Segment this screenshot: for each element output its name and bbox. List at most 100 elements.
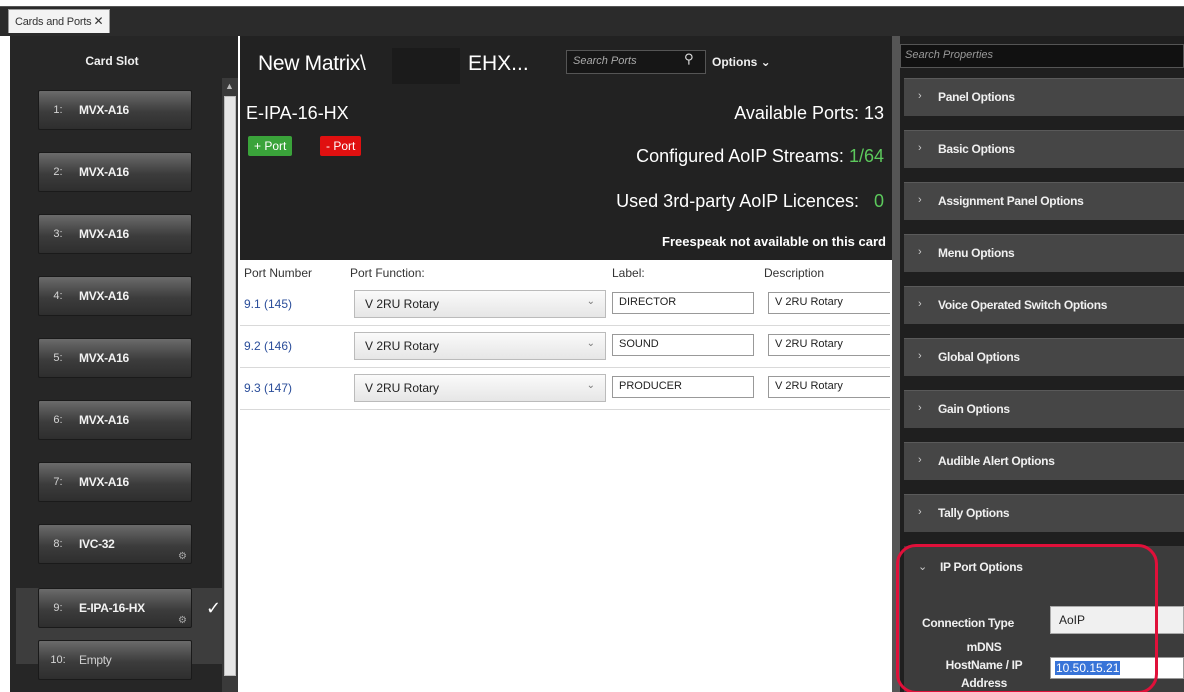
slot-number: 4:: [53, 290, 63, 302]
scrollbar-thumb[interactable]: [224, 96, 236, 676]
card-slot-6[interactable]: 6: MVX-A16: [38, 400, 192, 440]
slot-number: 9:: [53, 602, 63, 614]
slot-card-name: IVC-32: [79, 537, 115, 551]
slot-number: 1:: [53, 104, 63, 116]
tab-label: Cards and Ports: [15, 16, 92, 28]
section-audible-alert-options[interactable]: › Audible Alert Options: [904, 442, 1184, 480]
configured-aoip-streams: Configured AoIP Streams: 1/64: [636, 146, 884, 167]
slot-card-name: MVX-A16: [79, 351, 129, 365]
slot-card-name: E-IPA-16-HX: [79, 601, 145, 615]
gear-icon: ⚙: [178, 551, 187, 562]
freespeak-note: Freespeak not available on this card: [662, 234, 886, 249]
card-slot-title: Card Slot: [85, 54, 139, 68]
card-type-title: E-IPA-16-HX: [246, 103, 349, 123]
card-slot-7[interactable]: 7: MVX-A16: [38, 462, 192, 502]
scroll-up-icon[interactable]: ▲: [225, 82, 235, 91]
card-slot-8[interactable]: 8: IVC-32 ⚙: [38, 524, 192, 564]
port-number: 9.3 (147): [244, 381, 293, 395]
streams-label: Configured AoIP Streams:: [636, 146, 844, 166]
port-number: 9.1 (145): [244, 297, 293, 311]
section-label: Panel Options: [938, 90, 1015, 104]
slot-card-name: MVX-A16: [79, 289, 129, 303]
description-field[interactable]: V 2RU Rotary: [768, 334, 890, 356]
section-panel-options[interactable]: › Panel Options: [904, 78, 1184, 116]
port-function-select[interactable]: V 2RU Rotary ⌄: [354, 290, 606, 318]
section-label: Voice Operated Switch Options: [938, 298, 1108, 312]
chevron-right-icon: ›: [918, 350, 922, 362]
section-voice-operated-switch-options[interactable]: › Voice Operated Switch Options: [904, 286, 1184, 324]
section-label: Gain Options: [938, 402, 1010, 416]
ports-table: Port Number Port Function: Label: Descri…: [240, 260, 892, 692]
slot-number: 5:: [53, 352, 63, 364]
slot-card-name: MVX-A16: [79, 227, 129, 241]
tab-strip-bar: [0, 6, 1184, 36]
label-field[interactable]: SOUND: [612, 334, 754, 356]
column-header-label[interactable]: Label:: [612, 266, 645, 280]
section-assignment-panel-options[interactable]: › Assignment Panel Options: [904, 182, 1184, 220]
slot-card-name: MVX-A16: [79, 103, 129, 117]
chevron-down-icon: ⌄: [760, 55, 771, 69]
gear-icon: ⚙: [178, 615, 187, 626]
slot-number: 7:: [53, 476, 63, 488]
section-global-options[interactable]: › Global Options: [904, 338, 1184, 376]
slot-number: 2:: [53, 166, 63, 178]
card-slot-5[interactable]: 5: MVX-A16: [38, 338, 192, 378]
add-port-button[interactable]: + Port: [248, 136, 293, 156]
chevron-down-icon: ⌄: [586, 380, 595, 391]
streams-value: 1/64: [848, 146, 884, 166]
chevron-down-icon: ⌄: [586, 338, 595, 349]
close-icon[interactable]: ✕: [93, 14, 103, 28]
table-row[interactable]: 9.3 (147) V 2RU Rotary ⌄ PRODUCER V 2RU …: [240, 368, 890, 410]
card-slot-3[interactable]: 3: MVX-A16: [38, 214, 192, 254]
description-field[interactable]: V 2RU Rotary: [768, 292, 890, 314]
chevron-right-icon: ›: [918, 402, 922, 414]
port-function-select[interactable]: V 2RU Rotary ⌄: [354, 374, 606, 402]
section-label: Tally Options: [938, 506, 1010, 520]
card-slot-10[interactable]: 10: Empty: [38, 640, 192, 680]
checkmark-icon: ✓: [206, 598, 222, 618]
table-row[interactable]: 9.2 (146) V 2RU Rotary ⌄ SOUND V 2RU Rot…: [240, 326, 890, 368]
card-slot-2[interactable]: 2: MVX-A16: [38, 152, 192, 192]
section-basic-options[interactable]: › Basic Options: [904, 130, 1184, 168]
section-tally-options[interactable]: › Tally Options: [904, 494, 1184, 532]
section-label: Assignment Panel Options: [938, 194, 1084, 208]
options-label: Options: [712, 55, 758, 69]
section-gain-options[interactable]: › Gain Options: [904, 390, 1184, 428]
slot-number: 10:: [50, 654, 66, 666]
chevron-right-icon: ›: [918, 194, 922, 206]
card-slot-9[interactable]: 9: E-IPA-16-HX ⚙: [38, 588, 192, 628]
ports-panel: New Matrix\ EHX... Search Ports ⚲ Option…: [240, 36, 892, 692]
port-function-select[interactable]: V 2RU Rotary ⌄: [354, 332, 606, 360]
label-field[interactable]: DIRECTOR: [612, 292, 754, 314]
chevron-right-icon: ›: [918, 142, 922, 154]
card-slot-scrollbar[interactable]: ▲: [222, 78, 238, 692]
redacted-region: [392, 48, 460, 84]
label-field[interactable]: PRODUCER: [612, 376, 754, 398]
table-row[interactable]: 9.1 (145) V 2RU Rotary ⌄ DIRECTOR V 2RU …: [240, 284, 890, 326]
search-icon[interactable]: ⚲: [684, 51, 694, 67]
remove-port-button[interactable]: - Port: [320, 136, 362, 156]
slot-card-name: Empty: [79, 653, 112, 667]
tab-strip: Cards and Ports ✕: [0, 0, 1184, 36]
chevron-down-icon: ⌄: [586, 296, 595, 307]
column-header-port-function[interactable]: Port Function:: [350, 266, 425, 280]
card-slot-1[interactable]: 1: MVX-A16: [38, 90, 192, 130]
port-number: 9.2 (146): [244, 339, 293, 353]
chevron-right-icon: ›: [918, 298, 922, 310]
description-field[interactable]: V 2RU Rotary: [768, 376, 890, 398]
column-header-description[interactable]: Description: [764, 266, 824, 280]
card-slot-4[interactable]: 4: MVX-A16: [38, 276, 192, 316]
matrix-title-suffix: EHX...: [468, 52, 529, 75]
tab-cards-and-ports[interactable]: Cards and Ports ✕: [8, 9, 111, 33]
slot-card-name: MVX-A16: [79, 475, 129, 489]
section-menu-options[interactable]: › Menu Options: [904, 234, 1184, 272]
search-properties-input[interactable]: Search Properties: [900, 44, 1184, 68]
available-ports: Available Ports: 13: [734, 103, 884, 123]
slot-number: 6:: [53, 414, 63, 426]
chevron-right-icon: ›: [918, 246, 922, 258]
aoip-licences: Used 3rd-party AoIP Licences: 0: [616, 191, 884, 212]
port-function-value: V 2RU Rotary: [365, 339, 440, 353]
column-header-port-number[interactable]: Port Number: [244, 266, 312, 280]
port-function-value: V 2RU Rotary: [365, 297, 440, 311]
options-dropdown[interactable]: Options ⌄: [712, 55, 771, 69]
